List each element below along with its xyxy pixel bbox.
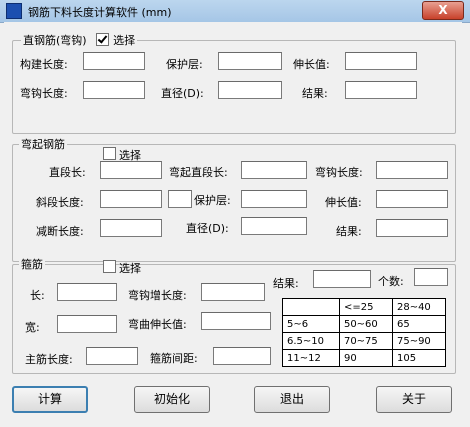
bent-result-input[interactable]	[376, 219, 448, 237]
stirrup-length-label: 长:	[30, 289, 45, 302]
table-cell: 28~40	[391, 298, 447, 316]
bent-hook-length-label: 弯钩长度:	[315, 166, 363, 179]
slant-len-label: 斜段长度:	[36, 196, 84, 209]
cut-len-input[interactable]	[100, 219, 162, 237]
member-length-input[interactable]	[83, 52, 145, 70]
slant-extra-input[interactable]	[168, 190, 192, 208]
slant-len-input[interactable]	[100, 190, 162, 208]
table-row: 6.5~10 70~75 75~90	[282, 332, 447, 350]
bent-cover-input[interactable]	[241, 190, 307, 208]
stirrup-result-input[interactable]	[313, 270, 371, 288]
table-cell: 75~90	[391, 332, 447, 350]
straight-len-input[interactable]	[100, 161, 162, 179]
bent-rebar-title: 弯起钢筋	[21, 138, 65, 151]
close-button[interactable]: X	[422, 1, 464, 20]
app-icon	[6, 3, 22, 19]
straight-cover-label: 保护层:	[166, 58, 203, 71]
main-len-input[interactable]	[86, 347, 138, 365]
initialize-button[interactable]: 初始化	[134, 386, 210, 413]
straight-diameter-label: 直径(D):	[161, 87, 204, 100]
table-cell: 105	[391, 349, 447, 367]
about-button[interactable]: 关于	[376, 386, 452, 413]
table-cell: 11~12	[282, 349, 340, 367]
stirrup-select-checkbox[interactable]	[103, 260, 116, 273]
bent-cover-label: 保护层:	[194, 194, 231, 207]
bent-diameter-label: 直径(D):	[186, 222, 229, 235]
straight-hook-length-input[interactable]	[83, 81, 145, 99]
bent-straight-len-label: 弯起直段长:	[169, 166, 228, 179]
window-title: 钢筋下料长度计算软件 (mm)	[28, 6, 172, 19]
straight-select-label: 选择	[113, 34, 136, 47]
table-cell	[282, 298, 340, 316]
stirrup-width-label: 宽:	[25, 321, 40, 334]
bent-hook-length-input[interactable]	[376, 161, 448, 179]
bent-straight-len-input[interactable]	[241, 161, 307, 179]
member-length-label: 构建长度:	[20, 58, 68, 71]
stirrup-result-label: 结果:	[273, 277, 299, 290]
stirrup-width-input[interactable]	[57, 315, 117, 333]
straight-diameter-input[interactable]	[218, 81, 282, 99]
spacing-input[interactable]	[213, 347, 271, 365]
bent-rebar-legend: 弯起钢筋	[19, 136, 67, 152]
straight-result-input[interactable]	[345, 81, 417, 99]
hook-add-label: 弯钩增长度:	[128, 289, 187, 302]
title-bar: 钢筋下料长度计算软件 (mm) X	[0, 0, 470, 23]
table-row: <=25 28~40	[282, 298, 447, 316]
straight-rebar-legend: 直钢筋(弯钩) 选择	[21, 32, 138, 48]
table-row: 5~6 50~60 65	[282, 315, 447, 333]
straight-len-label: 直段长:	[49, 166, 86, 179]
stirrup-select-label: 选择	[119, 262, 141, 275]
exit-button[interactable]: 退出	[254, 386, 330, 413]
stirrup-title: 箍筋	[21, 258, 43, 271]
straight-rebar-title: 直钢筋(弯钩)	[23, 34, 87, 47]
table-cell: 65	[391, 315, 447, 333]
straight-result-label: 结果:	[302, 87, 328, 100]
stirrup-count-label: 个数:	[378, 275, 404, 288]
table-row: 11~12 90 105	[282, 349, 447, 367]
table-cell: <=25	[338, 298, 393, 316]
bend-elong-input[interactable]	[201, 312, 271, 330]
straight-elongation-input[interactable]	[345, 52, 417, 70]
bent-elongation-input[interactable]	[376, 190, 448, 208]
calculate-button[interactable]: 计算	[12, 386, 88, 413]
bent-select-checkbox[interactable]	[103, 147, 116, 160]
bent-elongation-label: 伸长值:	[325, 196, 362, 209]
straight-cover-input[interactable]	[218, 52, 282, 70]
stirrup-length-input[interactable]	[57, 283, 117, 301]
stirrup-legend: 箍筋	[19, 256, 45, 272]
stirrup-count-input[interactable]	[414, 268, 448, 286]
straight-select-checkbox[interactable]	[96, 33, 110, 46]
bent-result-label: 结果:	[336, 225, 362, 238]
table-cell: 70~75	[338, 332, 393, 350]
spacing-label: 箍筋间距:	[150, 352, 198, 365]
straight-hook-length-label: 弯钩长度:	[20, 87, 68, 100]
bent-diameter-input[interactable]	[241, 217, 307, 235]
table-cell: 5~6	[282, 315, 340, 333]
ratio-table: <=25 28~40 5~6 50~60 65 6.5~10 70~75 75~…	[282, 298, 447, 367]
cut-len-label: 减断长度:	[36, 225, 84, 238]
main-panel: 直钢筋(弯钩) 选择 构建长度: 保护层: 伸长值: 弯钩长度: 直径(D): …	[4, 22, 462, 422]
table-cell: 90	[338, 349, 393, 367]
main-len-label: 主筋长度:	[25, 353, 73, 366]
bend-elong-label: 弯曲伸长值:	[128, 318, 187, 331]
table-cell: 50~60	[338, 315, 393, 333]
table-cell: 6.5~10	[282, 332, 340, 350]
straight-elongation-label: 伸长值:	[293, 58, 330, 71]
hook-add-input[interactable]	[201, 283, 265, 301]
